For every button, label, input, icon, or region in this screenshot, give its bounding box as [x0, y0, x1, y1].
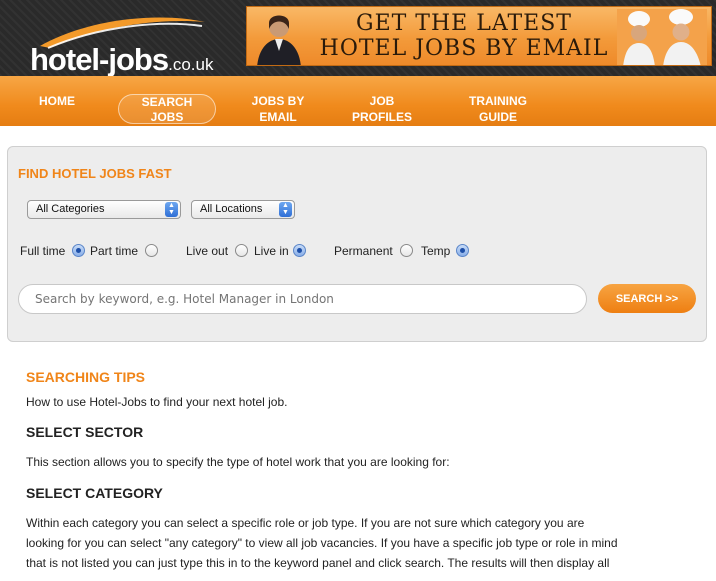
live-in-label: Live in — [254, 244, 289, 258]
panel-title: FIND HOTEL JOBS FAST — [18, 166, 172, 181]
nav-item-label: PROFILES — [351, 110, 412, 124]
nav-item-label: SEARCH — [141, 95, 193, 109]
select-arrows-icon: ▲ ▼ — [165, 202, 178, 217]
banner-headline: GET THE LATEST HOTEL JOBS BY EMAIL — [309, 11, 619, 61]
nav-item-label: HOME — [39, 94, 75, 108]
category-select-value: All Categories — [36, 203, 105, 215]
main-content: SEARCHING TIPS How to use Hotel-Jobs to … — [26, 369, 646, 573]
site-logo[interactable]: hotel-jobs.co.uk — [30, 12, 230, 77]
nav-item-label: JOBS BY — [251, 94, 305, 108]
keyword-search-input[interactable] — [18, 284, 587, 314]
location-select-value: All Locations — [200, 203, 263, 215]
temp-radio[interactable] — [456, 244, 469, 257]
nav-item-label: TRAINING — [469, 94, 527, 108]
nav-item-training-guide[interactable]: TRAINING GUIDE — [465, 93, 531, 125]
nav-item-label: JOBS — [150, 110, 184, 124]
nav-item-jobs-by-email[interactable]: JOBS BY EMAIL — [248, 93, 308, 125]
email-alert-banner[interactable]: GET THE LATEST HOTEL JOBS BY EMAIL — [246, 6, 712, 66]
full-time-radio[interactable] — [72, 244, 85, 257]
permanent-radio[interactable] — [400, 244, 413, 257]
select-arrows-icon: ▲ ▼ — [279, 202, 292, 217]
part-time-radio[interactable] — [145, 244, 158, 257]
live-in-radio[interactable] — [293, 244, 306, 257]
logo-wordmark: hotel-jobs — [30, 42, 169, 77]
logo-text: hotel-jobs.co.uk — [30, 42, 213, 78]
search-panel: FIND HOTEL JOBS FAST All Categories ▲ ▼ A… — [7, 146, 707, 342]
part-time-label: Part time — [90, 244, 139, 258]
category-text-line: looking for you can select "any category… — [26, 536, 618, 550]
nav-item-job-profiles[interactable]: JOB PROFILES — [349, 93, 415, 125]
category-text-line: Within each category you can select a sp… — [26, 516, 585, 530]
category-select[interactable]: All Categories ▲ ▼ — [27, 200, 181, 219]
temp-label: Temp — [421, 244, 451, 258]
category-text-line: that is not listed you can just type thi… — [26, 556, 610, 570]
nav-item-search-jobs[interactable]: SEARCH JOBS — [118, 94, 216, 124]
tips-text: How to use Hotel-Jobs to find your next … — [26, 395, 288, 409]
live-out-radio[interactable] — [235, 244, 248, 257]
location-select[interactable]: All Locations ▲ ▼ — [191, 200, 295, 219]
live-out-label: Live out — [186, 244, 229, 258]
banner-line-1: GET THE LATEST — [356, 11, 572, 36]
logo-tld: .co.uk — [168, 55, 214, 74]
full-time-label: Full time — [20, 244, 66, 258]
sector-text: This section allows you to specify the t… — [26, 455, 450, 469]
permanent-label: Permanent — [334, 244, 393, 258]
category-paragraph: Within each category you can select a sp… — [26, 513, 646, 573]
select-category-heading: SELECT CATEGORY — [26, 485, 163, 501]
search-button[interactable]: SEARCH >> — [598, 284, 696, 313]
nav-item-label: EMAIL — [259, 110, 297, 124]
nav-item-home[interactable]: HOME — [38, 93, 76, 109]
site-header: hotel-jobs.co.uk GET THE LATEST HOTEL JO… — [0, 0, 716, 77]
select-sector-heading: SELECT SECTOR — [26, 424, 144, 440]
nav-item-label: JOB — [369, 94, 395, 108]
nav-item-label: GUIDE — [478, 110, 517, 124]
banner-line-2: HOTEL JOBS BY EMAIL — [319, 36, 609, 61]
searching-tips-heading: SEARCHING TIPS — [26, 369, 146, 385]
main-nav: HOME SEARCH JOBS JOBS BY EMAIL JOB PROFI… — [0, 76, 716, 126]
receptionist-image — [257, 15, 301, 65]
chefs-image — [617, 9, 707, 65]
